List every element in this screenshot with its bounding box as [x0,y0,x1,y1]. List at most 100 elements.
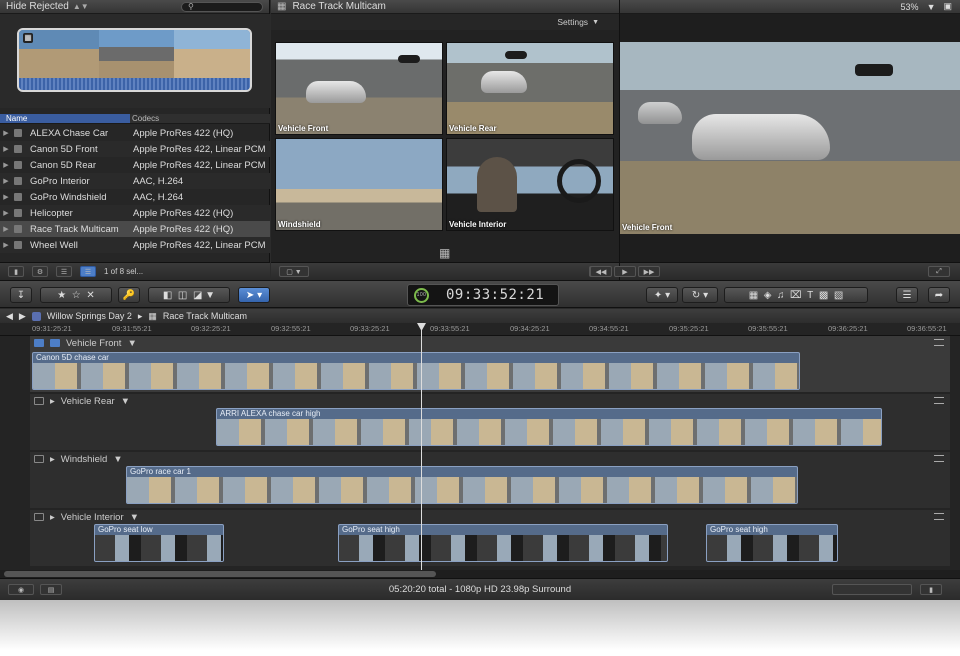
list-item[interactable]: ▶ GoPro Windshield AAC, H.264 [0,189,270,205]
lane-menu-icon[interactable] [934,513,944,520]
disclosure-icon[interactable]: ▶ [0,193,12,201]
gear-icon[interactable]: ⚙ [32,266,48,277]
speaker-icon[interactable]: ▸ [50,512,55,523]
scrollbar-thumb[interactable] [4,571,436,577]
filter-popup[interactable]: Hide Rejected [6,1,69,12]
angle-lane[interactable]: Vehicle Front ▼ Canon 5D chase car [30,336,950,392]
settings-popup[interactable]: Settings [557,17,588,27]
chevron-down-icon[interactable]: ▼ [113,454,122,465]
timeline-clip[interactable]: Canon 5D chase car [32,352,800,390]
timeline-clip[interactable]: GoPro seat high [706,524,838,562]
timeline-clip[interactable]: GoPro race car 1 [126,466,798,504]
speaker-icon[interactable]: ▸ [50,396,55,407]
chevron-down-icon[interactable]: ▼ [127,338,136,349]
speaker-icon[interactable]: ▸ [50,454,55,465]
zoom-popup[interactable]: 53% [901,2,919,12]
music-icon[interactable]: ♫ [777,290,785,301]
disclosure-icon[interactable]: ▶ [0,161,12,169]
keyword-icon[interactable]: 🔑 [118,287,140,303]
generators-icon[interactable]: ▩ [819,290,828,301]
timeline-index-icon[interactable]: ▤ [40,584,62,595]
search-input[interactable]: ⚲ [181,1,263,12]
grid-icon[interactable]: ▦ [439,246,450,260]
angle-cell-4[interactable]: Vehicle Interior [446,138,614,231]
fullscreen-icon[interactable]: ⤢ [928,266,950,277]
import-icon[interactable]: ↧ [10,287,32,303]
share-icon[interactable]: ➦ [928,287,950,303]
angle-lane[interactable]: ▸ Vehicle Rear ▼ ARRI ALEXA chase car hi… [30,394,950,450]
transitions-icon[interactable]: ⌧ [790,290,802,301]
titles-icon[interactable]: T [807,290,813,301]
angle-cell-3[interactable]: Windshield [275,138,443,231]
retime-icon[interactable]: ↻ ▾ [682,287,718,303]
list-item[interactable]: ▶ Wheel Well Apple ProRes 422, Linear PCM [0,237,270,253]
library-toggle-icon[interactable]: ▮ [8,266,24,277]
lane-menu-icon[interactable] [934,455,944,462]
timeline-clip[interactable]: ARRI ALEXA chase car high [216,408,882,446]
list-view-icon[interactable]: ☰ [80,266,96,277]
disclosure-icon[interactable]: ▶ [0,145,12,153]
list-item[interactable]: ▶ Canon 5D Front Apple ProRes 422, Linear … [0,141,270,157]
project-name[interactable]: Willow Springs Day 2 [47,311,132,321]
angle-cell-2[interactable]: Vehicle Rear [446,42,614,135]
timeline-clip[interactable]: GoPro seat high [338,524,668,562]
video-monitor-icon[interactable] [34,339,44,347]
disclosure-icon[interactable]: ▶ [0,177,12,185]
enhance-icon[interactable]: ✦ ▾ [646,287,678,303]
list-item-selected[interactable]: ▶ Race Track Multicam Apple ProRes 422 (HQ… [0,221,270,237]
audio-monitor-icon[interactable] [50,339,60,347]
previous-frame-icon[interactable]: ◀◀ [590,266,612,277]
inspector-icon[interactable]: ☰ [896,287,918,303]
insert-icon[interactable]: ◫ [178,290,187,301]
forward-arrow-icon[interactable]: ▶ [19,311,26,322]
select-tool-icon[interactable]: ➤ ▾ [238,287,270,303]
viewer-image[interactable]: Vehicle Front [620,42,960,234]
filmstrip-view-icon[interactable]: ☰ [56,266,72,277]
timeline-ruler[interactable]: 09:31:25:21 09:31:55:21 09:32:25:21 09:3… [0,323,960,336]
angle-lane[interactable]: ▸ Windshield ▼ GoPro race car 1 [30,452,950,508]
list-item[interactable]: ▶ Helicopter Apple ProRes 422 (HQ) [0,205,270,221]
photo-icon[interactable]: ◈ [764,290,772,301]
unrate-icon[interactable]: ☆ [72,290,81,301]
reject-icon[interactable]: ✕ [86,290,94,301]
disclosure-icon[interactable]: ▶ [0,225,12,233]
disclosure-icon[interactable]: ▶ [0,241,12,249]
playhead[interactable] [421,323,422,570]
video-monitor-icon[interactable] [34,513,44,521]
append-icon[interactable]: ◪ [193,290,202,301]
timecode-display[interactable]: 100 09:33:52:21 [407,284,559,306]
clip-inspector-icon[interactable]: ▦ [749,290,758,301]
angle-cell-1[interactable]: Vehicle Front [275,42,443,135]
themes-icon[interactable]: ▧ [834,290,843,301]
video-monitor-icon[interactable] [34,455,44,463]
timeline-scrollbar[interactable] [0,570,960,578]
view-options-icon[interactable]: ▣ [943,1,952,12]
list-item[interactable]: ▶ GoPro Interior AAC, H.264 [0,173,270,189]
favorite-icon[interactable]: ★ [57,290,66,301]
back-arrow-icon[interactable]: ◀ [6,311,13,322]
play-icon[interactable]: ▶ [614,266,636,277]
next-frame-icon[interactable]: ▶▶ [638,266,660,277]
list-item[interactable]: ▶ ALEXA Chase Car Apple ProRes 422 (HQ) [0,125,270,141]
disclosure-icon[interactable]: ▶ [0,209,12,217]
video-monitor-icon[interactable] [34,397,44,405]
chevron-down-icon[interactable]: ▼ [130,512,139,523]
column-name[interactable]: Name [0,114,130,123]
angle-lane[interactable]: ▸ Vehicle Interior ▼ GoPro seat low GoPr… [30,510,950,566]
zoom-slider[interactable] [832,584,912,595]
clip-appearance-icon[interactable]: ◉ [8,584,34,595]
chevron-down-icon[interactable]: ▼ [592,19,599,26]
list-item[interactable]: ▶ Canon 5D Rear Apple ProRes 422, Linear P… [0,157,270,173]
selected-clip-filmstrip[interactable]: ▦ [17,28,252,92]
updown-arrow-icon[interactable]: ▲▼ [73,2,89,11]
disclosure-icon[interactable]: ▶ [0,129,12,137]
chevron-down-icon[interactable]: ▼ [121,396,130,407]
column-codecs[interactable]: Codecs [130,114,159,123]
angle-layout-popup[interactable]: ▢ ▼ [279,266,309,277]
connect-icon[interactable]: ◧ [163,290,172,301]
chevron-down-icon[interactable]: ▼ [927,2,936,12]
lane-menu-icon[interactable] [934,397,944,404]
timeline-clip[interactable]: GoPro seat low [94,524,224,562]
lane-menu-icon[interactable] [934,339,944,346]
clip-name[interactable]: Race Track Multicam [163,311,247,321]
